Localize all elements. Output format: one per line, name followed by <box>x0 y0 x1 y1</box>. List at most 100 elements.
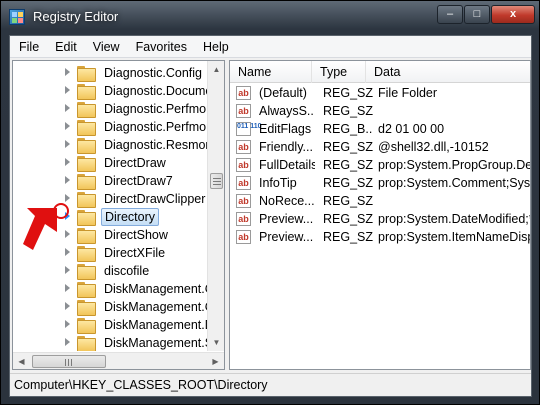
expand-arrow-icon[interactable] <box>65 320 70 328</box>
string-value-icon: ab <box>236 158 251 172</box>
folder-icon <box>77 210 96 226</box>
folder-icon <box>77 228 96 244</box>
value-row[interactable]: ab Preview... REG_SZ prop:System.DateModifi… <box>230 210 530 228</box>
tree-item-label: DirectShow <box>104 228 168 242</box>
expand-arrow-icon[interactable] <box>65 68 70 76</box>
tree-item[interactable]: Diagnostic.Config <box>13 64 208 82</box>
tree-item[interactable]: Diagnostic.Perfmon. <box>13 118 208 136</box>
tree-item-label: discofile <box>104 264 150 278</box>
registry-editor-icon <box>9 9 25 25</box>
tree-item[interactable]: Diagnostic.Perfmon. <box>13 100 208 118</box>
expand-arrow-icon[interactable] <box>65 266 70 274</box>
tree-item[interactable]: Diagnostic.Resmon. <box>13 136 208 154</box>
menu-file[interactable]: File <box>10 36 47 57</box>
value-type: REG_SZ <box>323 194 373 208</box>
column-name-header[interactable]: Name <box>230 61 312 83</box>
expand-arrow-icon[interactable] <box>65 176 70 184</box>
value-row[interactable]: ab (Default) REG_SZ File Folder <box>230 84 530 102</box>
maximize-button[interactable]: □ <box>464 5 490 24</box>
window-title: Registry Editor <box>33 9 119 24</box>
folder-icon <box>77 336 96 351</box>
close-button[interactable]: x <box>491 5 535 24</box>
expand-arrow-icon[interactable] <box>65 338 70 346</box>
title-bar[interactable]: Registry Editor – □ x <box>1 1 540 33</box>
tree-item[interactable]: discofile <box>13 262 208 280</box>
tree-item[interactable]: DiskManagement.Co <box>13 298 208 316</box>
value-row[interactable]: ab NoRece... REG_SZ <box>230 192 530 210</box>
tree-item[interactable]: DiskManagement.Co <box>13 280 208 298</box>
tree-item-label: DiskManagement.Da <box>104 318 208 332</box>
tree-item[interactable]: DiskManagement.Da <box>13 316 208 334</box>
tree-item[interactable]: DiskManagement.Sn <box>13 334 208 351</box>
tree-hscroll-thumb[interactable] <box>32 355 106 368</box>
menu-help[interactable]: Help <box>195 36 237 57</box>
string-value-icon: ab <box>236 86 251 100</box>
value-data: d2 01 00 00 <box>378 122 445 136</box>
folder-icon <box>77 300 96 316</box>
value-row[interactable]: ab Preview... REG_SZ prop:System.ItemNameDi… <box>230 228 530 246</box>
menu-favorites[interactable]: Favorites <box>128 36 195 57</box>
scroll-left-arrow-icon[interactable]: ◀ <box>13 353 30 369</box>
tree-item-label: DiskManagement.Co <box>104 282 208 296</box>
menu-view[interactable]: View <box>85 36 128 57</box>
value-name: NoRece... <box>259 194 315 208</box>
expand-arrow-icon[interactable] <box>65 284 70 292</box>
scroll-down-arrow-icon[interactable]: ▼ <box>208 334 224 351</box>
value-type: REG_SZ <box>323 140 373 154</box>
column-type-header[interactable]: Type <box>312 61 366 83</box>
value-name: FullDetails <box>259 158 315 172</box>
scroll-right-arrow-icon[interactable]: ▶ <box>207 353 224 369</box>
folder-icon <box>77 120 96 136</box>
expand-arrow-icon[interactable] <box>65 104 70 112</box>
folder-icon <box>77 192 96 208</box>
value-data: prop:System.PropGroup.Descri <box>378 158 531 172</box>
tree-item-label: Diagnostic.Perfmon. <box>104 102 208 116</box>
value-row[interactable]: ab Friendly... REG_SZ @shell32.dll,-10152 <box>230 138 530 156</box>
folder-icon <box>77 138 96 154</box>
value-type: REG_B... <box>323 122 373 136</box>
value-row[interactable]: ab AlwaysS... REG_SZ <box>230 102 530 120</box>
value-type: REG_SZ <box>323 230 373 244</box>
folder-icon <box>77 282 96 298</box>
scroll-up-arrow-icon[interactable]: ▲ <box>208 61 224 78</box>
menu-edit[interactable]: Edit <box>47 36 85 57</box>
folder-icon <box>77 318 96 334</box>
expand-arrow-icon[interactable] <box>65 140 70 148</box>
expand-arrow-icon[interactable] <box>65 122 70 130</box>
value-type: REG_SZ <box>323 104 373 118</box>
expand-arrow-icon[interactable] <box>65 194 70 202</box>
tree-item-label: DirectDraw <box>104 156 166 170</box>
tree-item[interactable]: Diagnostic.Document <box>13 82 208 100</box>
value-name: AlwaysS... <box>259 104 315 118</box>
value-name: InfoTip <box>259 176 297 190</box>
values-pane[interactable]: Name Type Data ab (Default) REG_SZ File Fol… <box>229 60 531 370</box>
tree-item[interactable]: DirectDraw <box>13 154 208 172</box>
tree-item-label: DiskManagement.Sn <box>104 336 208 350</box>
folder-icon <box>77 66 96 82</box>
value-row[interactable]: 011 110 EditFlags REG_B... d2 01 00 00 <box>230 120 530 138</box>
tree-item-label: Diagnostic.Perfmon. <box>104 120 208 134</box>
window-controls: – □ x <box>436 5 535 24</box>
expand-arrow-icon[interactable] <box>65 302 70 310</box>
value-data: File Folder <box>378 86 438 100</box>
client-area: File Edit View Favorites Help Diagnostic… <box>9 35 532 397</box>
tree-item-label: DiskManagement.Co <box>104 300 208 314</box>
tree-vscroll-thumb[interactable] <box>210 173 223 189</box>
value-type: REG_SZ <box>323 86 373 100</box>
value-data: prop:System.Comment;System <box>378 176 531 190</box>
minimize-button[interactable]: – <box>437 5 463 24</box>
binary-value-icon: 011 110 <box>236 122 262 136</box>
value-row[interactable]: ab FullDetails REG_SZ prop:System.PropGroup… <box>230 156 531 174</box>
value-data: @shell32.dll,-10152 <box>378 140 489 154</box>
string-value-icon: ab <box>236 140 251 154</box>
folder-icon <box>77 174 96 190</box>
expand-arrow-icon[interactable] <box>65 86 70 94</box>
expand-arrow-icon[interactable] <box>65 158 70 166</box>
value-data: prop:System.ItemNameDisplay <box>378 230 530 244</box>
tree-item[interactable]: DirectDraw7 <box>13 172 208 190</box>
tree-horizontal-scrollbar[interactable]: ◀ ▶ <box>13 352 224 369</box>
value-row[interactable]: ab InfoTip REG_SZ prop:System.Comment;Syste… <box>230 174 531 192</box>
folder-icon <box>77 156 96 172</box>
tree-vertical-scrollbar[interactable]: ▲ ▼ <box>207 61 224 351</box>
column-data-header[interactable]: Data <box>366 61 530 83</box>
